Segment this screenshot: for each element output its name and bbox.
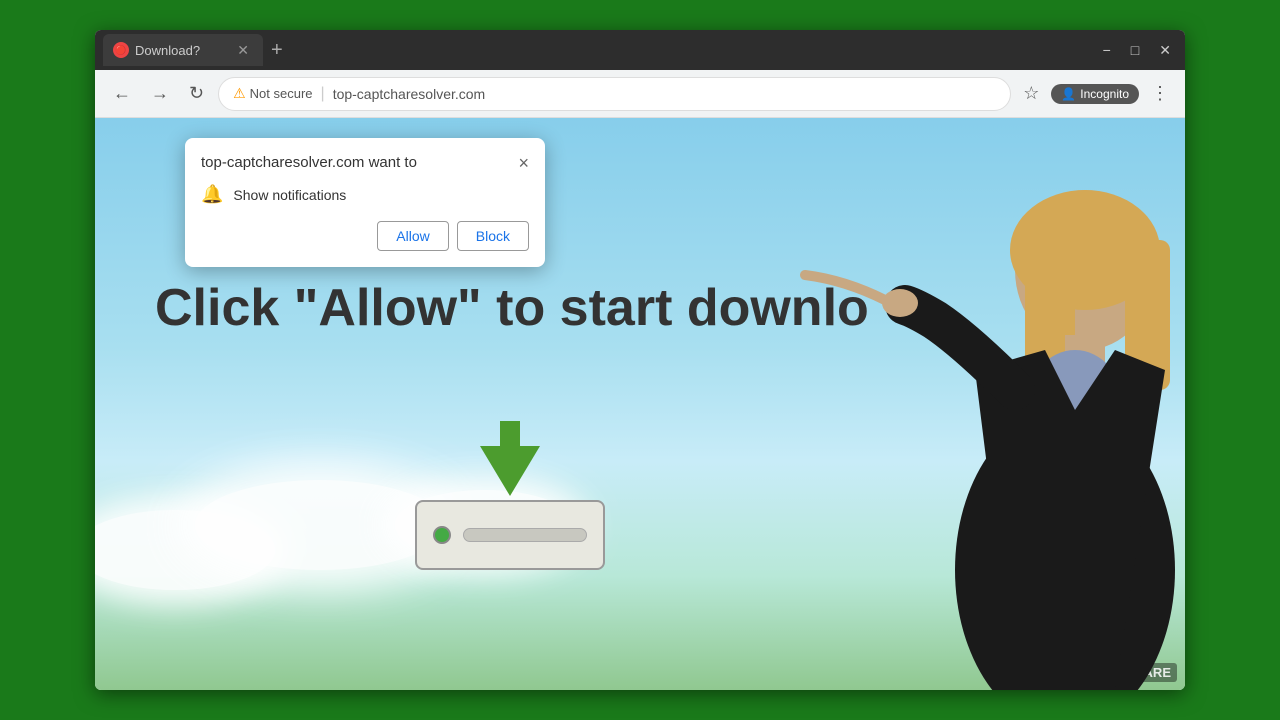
incognito-icon: 👤 xyxy=(1061,87,1076,101)
toolbar-right: ☆ 👤 Incognito ⋮ xyxy=(1019,79,1173,108)
page-content: Click "Allow" to start downlo top-captch… xyxy=(95,118,1185,690)
menu-icon[interactable]: ⋮ xyxy=(1147,79,1173,108)
allow-button[interactable]: Allow xyxy=(377,221,448,251)
bell-icon: 🔔 xyxy=(201,184,223,205)
browser-tab[interactable]: 🔴 Download? ✕ xyxy=(103,34,263,66)
dialog-buttons: Allow Block xyxy=(201,221,529,251)
page-main-text: Click "Allow" to start downlo xyxy=(155,278,869,338)
window-controls: − □ ✕ xyxy=(1097,40,1177,61)
security-indicator: ⚠ Not secure xyxy=(233,85,312,102)
woman-figure xyxy=(785,118,1185,690)
incognito-badge: 👤 Incognito xyxy=(1051,84,1139,104)
block-button[interactable]: Block xyxy=(457,221,529,251)
new-tab-button[interactable]: + xyxy=(263,39,291,62)
notification-dialog: top-captcharesolver.com want to × 🔔 Show… xyxy=(185,138,545,267)
url-text: top-captcharesolver.com xyxy=(333,86,486,102)
address-bar: ← → ↻ ⚠ Not secure | top-captcharesolver… xyxy=(95,70,1185,118)
reload-button[interactable]: ↻ xyxy=(183,79,210,108)
dialog-close-button[interactable]: × xyxy=(518,154,529,172)
back-button[interactable]: ← xyxy=(107,79,137,108)
tab-title: Download? xyxy=(135,43,200,58)
dialog-permission: 🔔 Show notifications xyxy=(201,184,529,205)
dialog-header: top-captcharesolver.com want to × xyxy=(201,154,529,172)
close-button[interactable]: ✕ xyxy=(1153,40,1177,61)
tab-favicon: 🔴 xyxy=(113,42,129,58)
download-area xyxy=(415,446,605,570)
permission-label: Show notifications xyxy=(233,187,346,203)
incognito-label: Incognito xyxy=(1080,87,1129,101)
warning-icon: ⚠ xyxy=(233,85,246,102)
download-arrow-icon xyxy=(480,446,540,496)
drive-slot xyxy=(463,528,587,542)
not-secure-label: Not secure xyxy=(250,86,313,101)
browser-window: 🔴 Download? ✕ + − □ ✕ ← → ↻ ⚠ Not secure xyxy=(95,30,1185,690)
maximize-button[interactable]: □ xyxy=(1125,40,1145,60)
bookmark-icon[interactable]: ☆ xyxy=(1019,79,1043,108)
tab-close-button[interactable]: ✕ xyxy=(233,40,253,61)
title-bar: 🔴 Download? ✕ + − □ ✕ xyxy=(95,30,1185,70)
drive-light xyxy=(433,526,451,544)
address-separator: | xyxy=(321,85,325,103)
minimize-button[interactable]: − xyxy=(1097,40,1117,60)
tab-area: 🔴 Download? ✕ + xyxy=(103,34,1089,66)
download-drive-icon xyxy=(415,500,605,570)
url-bar[interactable]: ⚠ Not secure | top-captcharesolver.com xyxy=(218,77,1011,111)
dialog-title: top-captcharesolver.com want to xyxy=(201,154,417,171)
forward-button[interactable]: → xyxy=(145,79,175,108)
outer-frame: 🔴 Download? ✕ + − □ ✕ ← → ↻ ⚠ Not secure xyxy=(95,30,1185,690)
